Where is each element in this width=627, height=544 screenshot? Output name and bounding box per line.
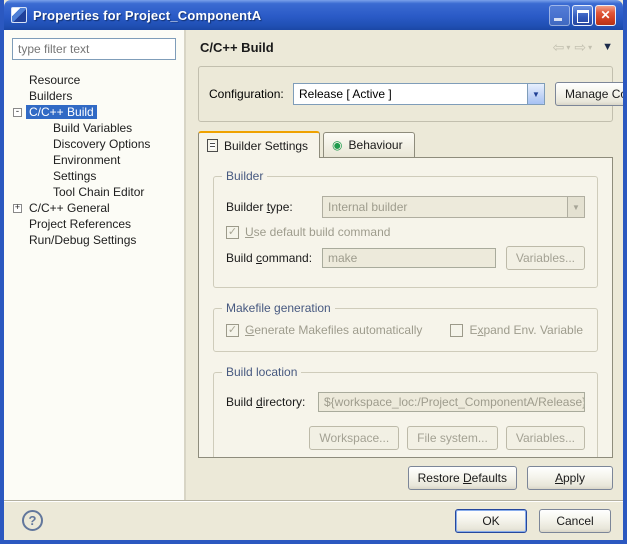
window-title: Properties for Project_ComponentA [33, 8, 261, 23]
navigation-panel: Resource Builders - C/C++ Build Build Va… [4, 30, 186, 500]
forward-dropdown-icon[interactable]: ▾ [588, 43, 592, 52]
build-directory-label: Build directory: [226, 395, 318, 409]
builder-group-title: Builder [222, 169, 267, 183]
tree-item-builders[interactable]: Builders [12, 88, 178, 104]
tree-item-ccpp-build[interactable]: - C/C++ Build [12, 104, 178, 120]
expand-env-refs-checkbox [450, 324, 463, 337]
content-panel: C/C++ Build ⇦ ▾ ⇨ ▾ ▼ Configuration: Rel… [186, 30, 623, 500]
tab-builder-settings[interactable]: Builder Settings [198, 131, 320, 158]
builder-group: Builder Builder type: Internal builder ▼… [213, 176, 598, 288]
close-button[interactable]: ✕ [595, 5, 616, 26]
tab-bar: Builder Settings ◉ Behaviour [198, 131, 615, 157]
apply-button[interactable]: Apply [527, 466, 613, 490]
tree-item-tool-chain-editor[interactable]: Tool Chain Editor [12, 184, 178, 200]
tree-item-discovery-options[interactable]: Discovery Options [12, 136, 178, 152]
variables-button: Variables... [506, 246, 585, 270]
configuration-select[interactable]: Release [ Active ] ▼ [293, 83, 545, 105]
ok-button[interactable]: OK [455, 509, 527, 533]
build-directory-field: ${workspace_loc:/Project_ComponentA/Rele… [318, 392, 585, 412]
configuration-section: Configuration: Release [ Active ] ▼ Mana… [198, 66, 613, 122]
build-location-group: Build location Build directory: ${worksp… [213, 372, 598, 458]
dialog-footer: ? OK Cancel [4, 500, 623, 540]
tree-item-resource[interactable]: Resource [12, 72, 178, 88]
maximize-button[interactable] [572, 5, 593, 26]
forward-icon[interactable]: ⇨ [574, 40, 586, 54]
combo-arrow-icon: ▼ [567, 197, 584, 217]
tree-item-run-debug-settings[interactable]: Run/Debug Settings [12, 232, 178, 248]
tree-item-build-variables[interactable]: Build Variables [12, 120, 178, 136]
tree-item-settings[interactable]: Settings [12, 168, 178, 184]
filter-input[interactable] [12, 38, 176, 60]
page-title: C/C++ Build [200, 40, 274, 55]
cancel-button[interactable]: Cancel [539, 509, 611, 533]
expand-icon[interactable]: + [13, 204, 22, 213]
variables-location-button: Variables... [506, 426, 585, 450]
makefile-generation-title: Makefile generation [222, 301, 335, 315]
title-bar[interactable]: Properties for Project_ComponentA ✕ [4, 0, 623, 30]
tree-item-ccpp-general[interactable]: + C/C++ General [12, 200, 178, 216]
back-dropdown-icon[interactable]: ▾ [566, 43, 570, 52]
view-menu-icon[interactable]: ▼ [602, 41, 613, 53]
use-default-build-command-checkbox: ✓ [226, 226, 239, 239]
builder-type-label: Builder type: [226, 200, 322, 214]
tree-item-project-references[interactable]: Project References [12, 216, 178, 232]
build-location-title: Build location [222, 365, 301, 379]
properties-tree: Resource Builders - C/C++ Build Build Va… [12, 72, 178, 248]
tab-behaviour[interactable]: ◉ Behaviour [323, 132, 415, 157]
properties-dialog: Properties for Project_ComponentA ✕ Reso… [0, 0, 627, 544]
target-icon: ◉ [332, 139, 342, 151]
use-default-build-command-label: Use default build command [245, 225, 390, 239]
file-system-button: File system... [407, 426, 498, 450]
builder-settings-panel: Builder Builder type: Internal builder ▼… [198, 157, 613, 458]
restore-defaults-button[interactable]: Restore Defaults [408, 466, 517, 490]
generate-makefiles-checkbox: ✓ [226, 324, 239, 337]
makefile-generation-group: Makefile generation ✓ Generate Makefiles… [213, 308, 598, 352]
builder-type-select: Internal builder ▼ [322, 196, 585, 218]
collapse-icon[interactable]: - [13, 108, 22, 117]
generate-makefiles-label: Generate Makefiles automatically [245, 323, 422, 337]
expand-env-refs-label: Expand Env. Variable Refs in M [469, 323, 585, 337]
form-icon [207, 139, 218, 152]
manage-configurations-button[interactable]: Manage Configurations... [555, 82, 627, 106]
app-icon [11, 7, 27, 23]
help-icon[interactable]: ? [22, 510, 43, 531]
build-command-label: Build command: [226, 251, 322, 265]
tree-item-environment[interactable]: Environment [12, 152, 178, 168]
minimize-button[interactable] [549, 5, 570, 26]
build-command-field: make [322, 248, 496, 268]
configuration-label: Configuration: [209, 87, 293, 101]
back-icon[interactable]: ⇦ [553, 40, 565, 54]
workspace-button: Workspace... [309, 426, 399, 450]
combo-arrow-icon[interactable]: ▼ [527, 84, 544, 104]
